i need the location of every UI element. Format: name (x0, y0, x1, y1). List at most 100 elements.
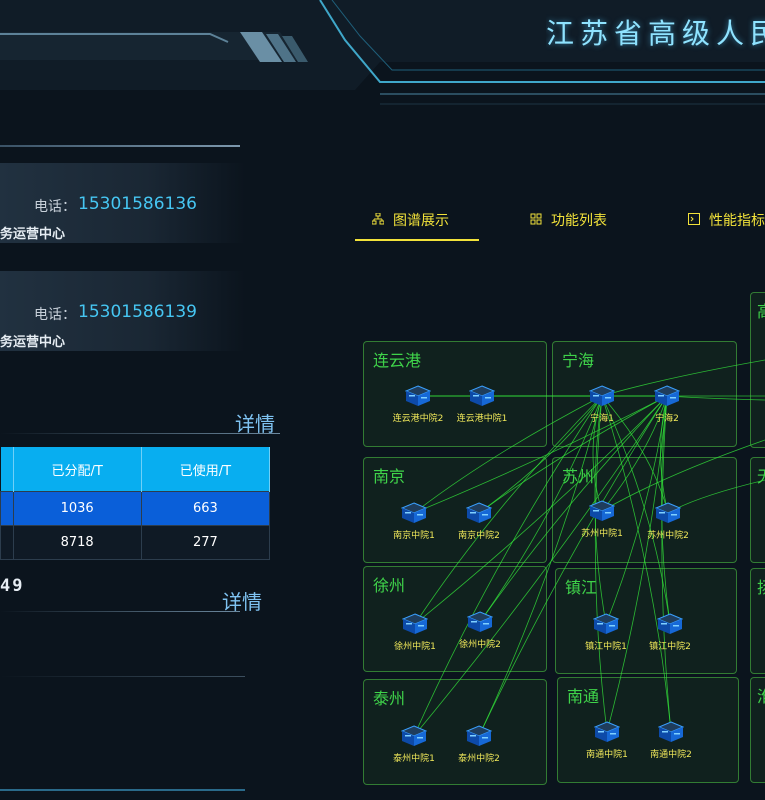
phone-number[interactable]: 15301586139 (78, 302, 197, 322)
table-cell (0, 525, 14, 560)
city-box-edge-2: 无 (750, 457, 765, 563)
server-icon (465, 725, 493, 747)
city-box-edge-4: 淮 (750, 677, 765, 783)
server-node[interactable]: 南京中院2 (444, 502, 514, 541)
city-name: 泰州 (373, 689, 406, 708)
server-node[interactable]: 泰州中院1 (379, 725, 449, 764)
city-name: 南通 (567, 687, 600, 706)
server-icon (588, 385, 616, 407)
server-icon (400, 502, 428, 524)
server-icon (400, 725, 428, 747)
table-row[interactable]: 1036 663 (0, 491, 271, 526)
phone-label: 电话： (34, 307, 76, 323)
table-header (0, 447, 14, 492)
server-node[interactable]: 苏州中院1 (567, 500, 637, 539)
server-node[interactable]: 南通中院2 (636, 721, 706, 760)
server-node[interactable]: 南京中院1 (379, 502, 449, 541)
server-icon (593, 721, 621, 743)
table-cell-used: 663 (140, 491, 271, 526)
node-label: 镇江中院1 (585, 642, 627, 652)
tab-label: 性能指标 (709, 213, 765, 229)
node-label: 南通中院1 (586, 750, 628, 760)
city-name: 连云港 (373, 351, 422, 370)
server-icon (592, 613, 620, 635)
server-node[interactable]: 徐州中院2 (445, 611, 515, 650)
server-icon (653, 385, 681, 407)
storage-table: 已分配/T 已使用/T 1036 663 8718 277 (0, 447, 271, 560)
node-label: 泰州中院1 (393, 754, 435, 764)
server-node[interactable]: 连云港中院1 (447, 385, 517, 424)
tab-label: 图谱展示 (393, 213, 449, 229)
tab-graph[interactable]: 图谱展示 (371, 210, 449, 230)
node-label: 苏州中院2 (647, 531, 689, 541)
table-cell (0, 491, 14, 526)
city-name: 苏州 (562, 467, 595, 486)
server-node[interactable]: 南通中院1 (572, 721, 642, 760)
node-label: 南通中院2 (650, 750, 692, 760)
divider-line (0, 611, 240, 612)
tab-performance[interactable]: 性能指标 (688, 210, 765, 230)
server-icon (466, 611, 494, 633)
contact-card-1: 电话： 15301586136 务运营中心 (0, 163, 245, 243)
server-node[interactable]: 连云港中院2 (383, 385, 453, 424)
node-label: 镇江中院2 (649, 642, 691, 652)
org-name: 务运营中心 (0, 227, 66, 242)
server-node[interactable]: 宁海1 (567, 385, 637, 424)
city-name: 高 (757, 298, 765, 322)
city-box-edge-1: 高 (750, 292, 765, 448)
node-label: 南京中院2 (458, 531, 500, 541)
phone-label: 电话： (34, 199, 76, 215)
terminal-icon (688, 213, 700, 228)
server-icon (657, 721, 685, 743)
org-name: 务运营中心 (0, 335, 66, 350)
server-node[interactable]: 镇江中院1 (571, 613, 641, 652)
node-label: 南京中院1 (393, 531, 435, 541)
tab-label: 功能列表 (551, 213, 607, 229)
server-node[interactable]: 徐州中院1 (380, 613, 450, 652)
node-label: 泰州中院2 (458, 754, 500, 764)
city-name: 宁海 (562, 351, 595, 370)
tab-function-list[interactable]: 功能列表 (530, 210, 607, 230)
table-cell-allocated: 8718 (12, 525, 142, 560)
table-cell-allocated: 1036 (12, 491, 142, 526)
table-row[interactable]: 8718 277 (0, 525, 271, 560)
node-label: 连云港中院1 (456, 414, 508, 424)
section-divider (0, 145, 240, 147)
server-icon (401, 613, 429, 635)
node-label: 徐州中院2 (459, 640, 501, 650)
graph-icon (371, 212, 385, 228)
city-box-edge-3: 扬 (750, 568, 765, 674)
city-name: 淮 (757, 683, 765, 707)
node-label: 宁海1 (590, 414, 614, 424)
node-label: 宁海2 (655, 414, 679, 424)
table-header-allocated: 已分配/T (13, 447, 142, 492)
server-node[interactable]: 宁海2 (632, 385, 702, 424)
city-name: 南京 (373, 467, 406, 486)
phone-number[interactable]: 15301586136 (78, 194, 197, 214)
server-icon (465, 502, 493, 524)
divider-line (0, 676, 245, 677)
node-label: 苏州中院1 (581, 529, 623, 539)
node-label: 徐州中院1 (394, 642, 436, 652)
server-icon (404, 385, 432, 407)
divider-line (0, 433, 280, 434)
node-label: 连云港中院2 (392, 414, 444, 424)
server-icon (588, 500, 616, 522)
contact-card-2: 电话： 15301586139 务运营中心 (0, 271, 245, 351)
city-name: 徐州 (373, 576, 406, 595)
server-node[interactable]: 泰州中院2 (444, 725, 514, 764)
grid-icon (530, 213, 542, 228)
server-icon (656, 613, 684, 635)
server-node[interactable]: 苏州中院2 (633, 502, 703, 541)
city-name: 镇江 (565, 578, 598, 597)
table-cell-used: 277 (140, 525, 271, 560)
city-name: 无 (757, 463, 765, 487)
table-header-used: 已使用/T (141, 447, 271, 492)
server-icon (468, 385, 496, 407)
page-title: 江苏省高级人民 (546, 17, 765, 50)
server-node[interactable]: 镇江中院2 (635, 613, 705, 652)
server-icon (654, 502, 682, 524)
bottom-divider (0, 789, 245, 791)
active-tab-indicator (355, 239, 479, 241)
counter-value: 49 (0, 576, 25, 596)
